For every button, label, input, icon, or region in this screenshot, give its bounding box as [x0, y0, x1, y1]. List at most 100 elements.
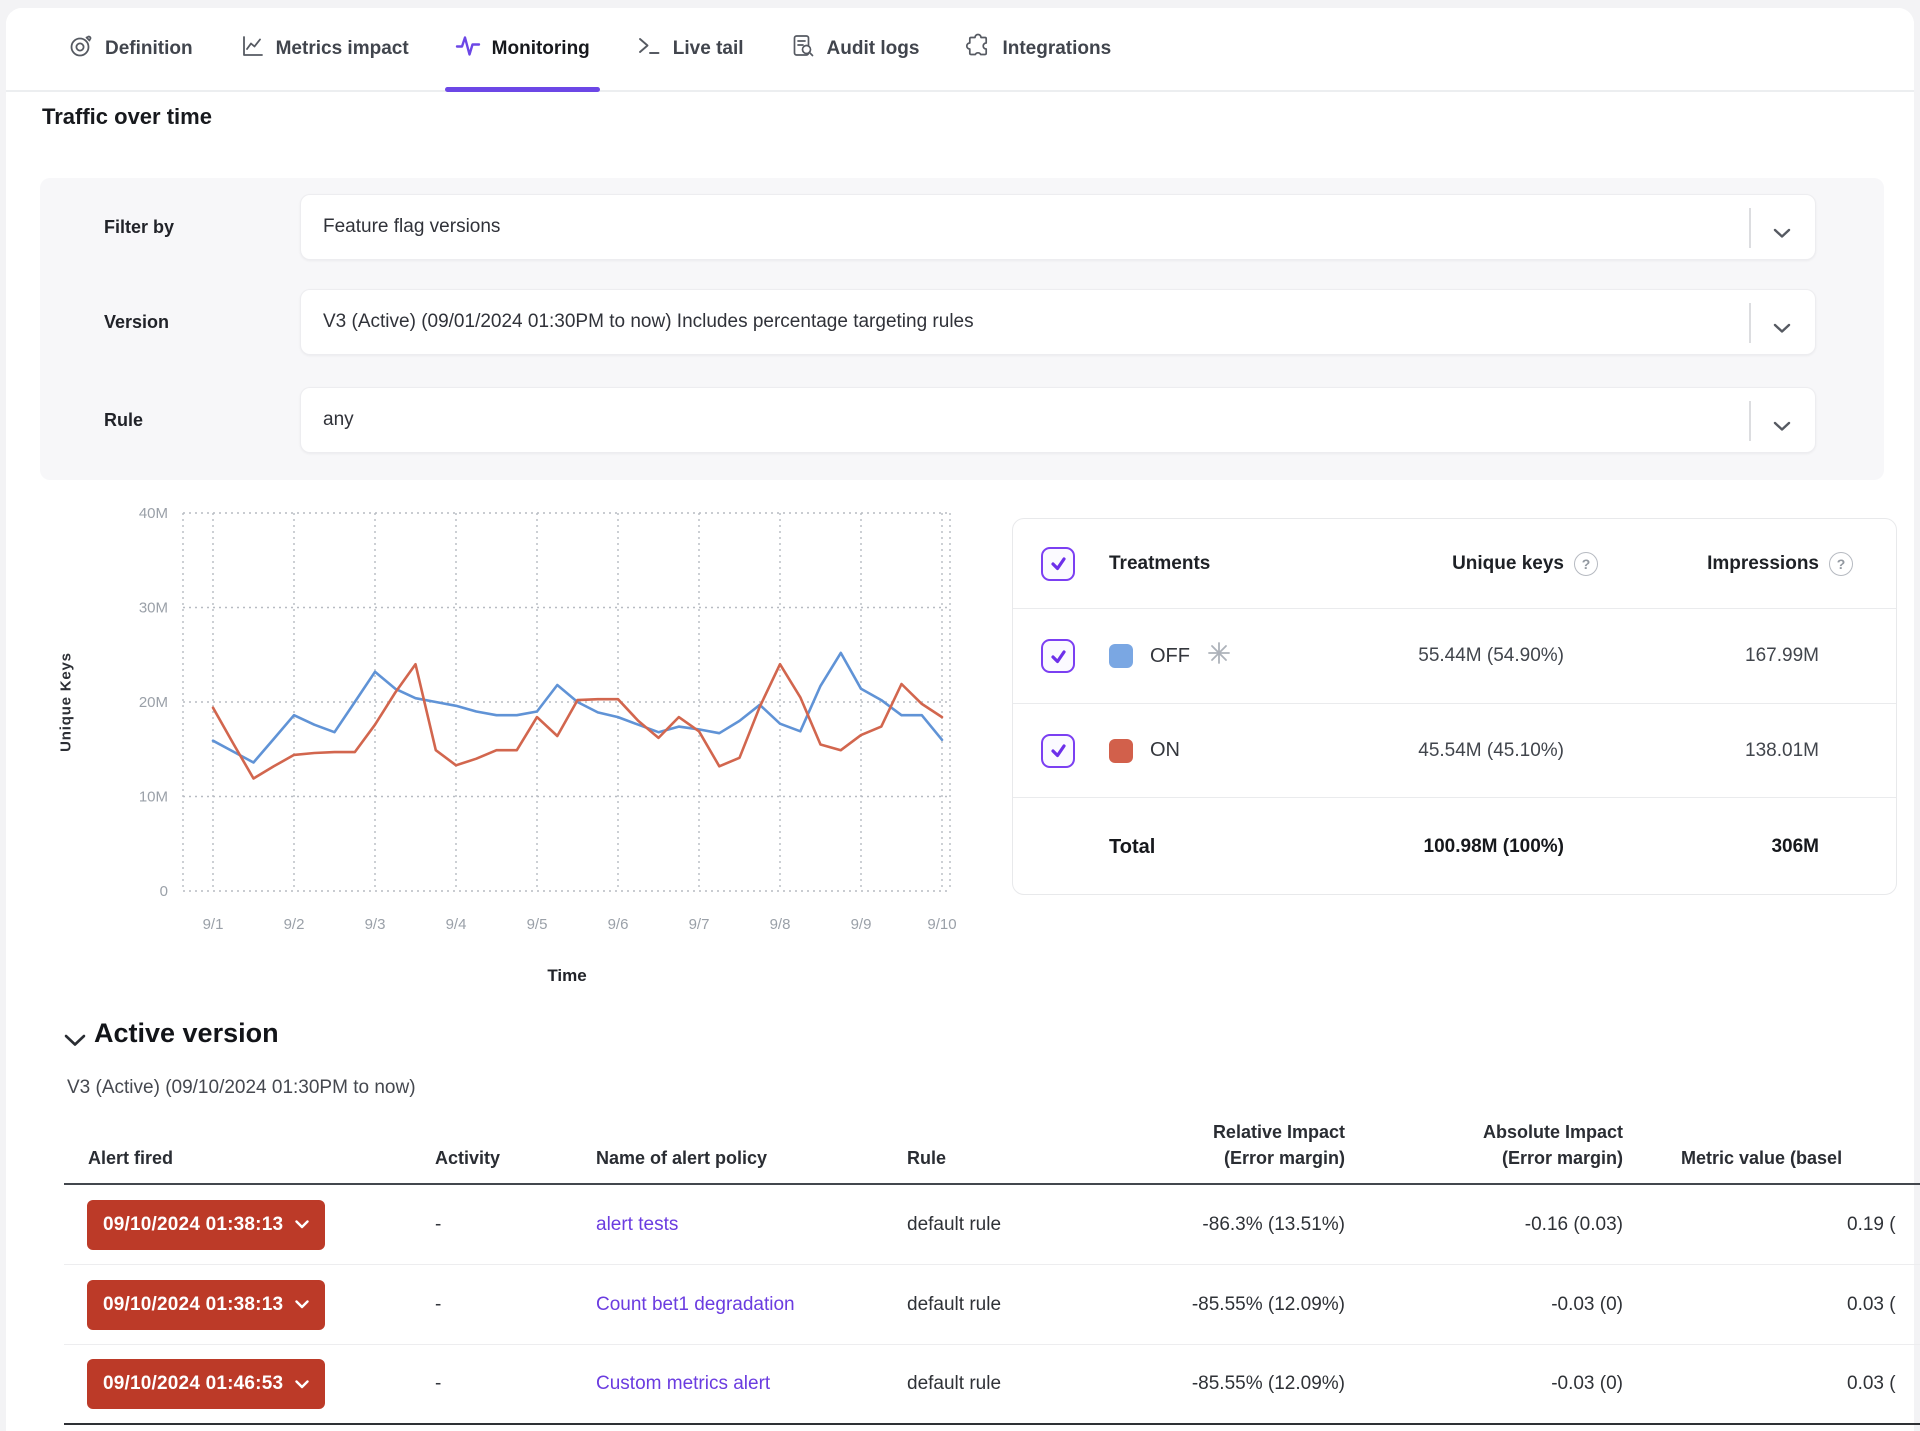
alert-row: 09/10/2024 01:38:13 - alert tests defaul…	[64, 1185, 1920, 1265]
svg-text:30M: 30M	[139, 600, 168, 617]
chevron-down-icon	[1773, 318, 1791, 340]
field-divider	[1749, 303, 1751, 343]
column-header-absolute-impact: Absolute Impact (Error margin)	[1483, 1119, 1623, 1171]
tab-label: Metrics impact	[276, 38, 409, 60]
treatments-card: Treatments Unique keys ? Impressions ? O…	[1012, 518, 1897, 895]
terminal-icon	[636, 33, 662, 65]
tab-label: Audit logs	[827, 38, 920, 60]
chevron-down-icon	[295, 1300, 309, 1309]
alert-policy-link[interactable]: Custom metrics alert	[596, 1373, 770, 1395]
metric-value-cell: 0.03 (	[1847, 1294, 1896, 1316]
alert-row: 09/10/2024 01:38:13 - Count bet1 degrada…	[64, 1265, 1920, 1345]
tab-integrations[interactable]: Integrations	[955, 8, 1121, 90]
filter-row-filter-by: Filter by Feature flag versions	[104, 194, 1816, 260]
off-series-swatch	[1109, 644, 1133, 668]
activity-cell: -	[435, 1373, 441, 1395]
tab-definition[interactable]: Definition	[58, 8, 203, 90]
treatments-total-row: Total 100.98M (100%) 306M	[1013, 798, 1896, 896]
treatments-column-header: Treatments	[1109, 553, 1210, 575]
treatment-name: OFF	[1109, 641, 1231, 671]
chevron-down-icon	[295, 1220, 309, 1229]
metric-value-cell: 0.19 (	[1847, 1214, 1896, 1236]
puzzle-icon	[965, 33, 991, 65]
alert-policy-link[interactable]: alert tests	[596, 1214, 678, 1236]
y-axis-title: Unique Keys	[58, 652, 75, 752]
svg-text:9/2: 9/2	[284, 916, 305, 933]
check-icon	[1049, 554, 1068, 573]
monitoring-pulse-icon	[455, 33, 481, 65]
alert-fired-badge[interactable]: 09/10/2024 01:46:53	[87, 1359, 325, 1409]
impressions-column-header: Impressions ?	[1707, 552, 1853, 576]
active-tab-underline	[445, 87, 600, 92]
tab-monitoring[interactable]: Monitoring	[445, 8, 600, 90]
metric-value-cell: 0.03 (	[1847, 1373, 1896, 1395]
absolute-impact-cell: -0.16 (0.03)	[1525, 1214, 1623, 1236]
svg-text:0: 0	[160, 883, 168, 900]
alert-fired-badge[interactable]: 09/10/2024 01:38:13	[87, 1200, 325, 1250]
tab-audit-logs[interactable]: Audit logs	[780, 8, 930, 90]
treatments-header-row: Treatments Unique keys ? Impressions ?	[1013, 519, 1896, 609]
rule-cell: default rule	[907, 1373, 1001, 1395]
x-axis-title: Time	[547, 966, 586, 986]
tab-metrics-impact[interactable]: Metrics impact	[229, 8, 419, 90]
column-header-policy: Name of alert policy	[596, 1145, 767, 1171]
treatment-row-off: OFF 55.44M (54.90%) 167.99M	[1013, 609, 1896, 704]
chevron-down-icon	[295, 1380, 309, 1389]
help-icon[interactable]: ?	[1574, 552, 1598, 576]
off-unique-keys: 55.44M (54.90%)	[1418, 645, 1564, 667]
field-divider	[1749, 401, 1751, 441]
filter-label: Filter by	[104, 217, 300, 238]
on-impressions: 138.01M	[1745, 740, 1819, 762]
filter-by-value: Feature flag versions	[323, 216, 500, 238]
help-icon[interactable]: ?	[1829, 552, 1853, 576]
filter-label: Version	[104, 312, 300, 333]
off-checkbox[interactable]	[1041, 639, 1075, 673]
alert-fired-badge[interactable]: 09/10/2024 01:38:13	[87, 1280, 325, 1330]
svg-text:10M: 10M	[139, 789, 168, 806]
on-series-swatch	[1109, 739, 1133, 763]
on-checkbox[interactable]	[1041, 734, 1075, 768]
column-header-metric-value: Metric value (basel	[1681, 1145, 1842, 1171]
column-header-alert-fired: Alert fired	[88, 1145, 173, 1171]
alert-policy-link[interactable]: Count bet1 degradation	[596, 1294, 795, 1316]
activity-cell: -	[435, 1214, 441, 1236]
page-title: Traffic over time	[42, 104, 212, 130]
rule-select[interactable]: any	[300, 387, 1816, 453]
tab-label: Live tail	[673, 38, 744, 60]
tab-live-tail[interactable]: Live tail	[626, 8, 754, 90]
column-header-rule: Rule	[907, 1145, 946, 1171]
svg-text:9/7: 9/7	[689, 916, 710, 933]
filter-by-select[interactable]: Feature flag versions	[300, 194, 1816, 260]
svg-text:20M: 20M	[139, 694, 168, 711]
default-treatment-asterisk-icon	[1207, 641, 1231, 671]
svg-text:9/9: 9/9	[851, 916, 872, 933]
chevron-down-icon	[1773, 223, 1791, 245]
relative-impact-cell: -85.55% (12.09%)	[1192, 1373, 1345, 1395]
filter-label: Rule	[104, 410, 300, 431]
tab-label: Integrations	[1002, 38, 1111, 60]
check-icon	[1049, 741, 1068, 760]
total-impressions: 306M	[1771, 836, 1819, 858]
relative-impact-cell: -85.55% (12.09%)	[1192, 1294, 1345, 1316]
filter-row-rule: Rule any	[104, 387, 1816, 453]
monitoring-page: Definition Metrics impact Monitoring	[0, 0, 1920, 1431]
svg-text:9/3: 9/3	[365, 916, 386, 933]
metrics-impact-icon	[239, 33, 265, 65]
alerts-table-header: Alert fired Activity Name of alert polic…	[64, 1100, 1920, 1185]
treatment-row-on: ON 45.54M (45.10%) 138.01M	[1013, 704, 1896, 798]
column-header-relative-impact: Relative Impact (Error margin)	[1213, 1119, 1345, 1171]
active-version-subtitle: V3 (Active) (09/10/2024 01:30PM to now)	[67, 1077, 416, 1099]
check-icon	[1049, 647, 1068, 666]
collapse-chevron-icon[interactable]	[64, 1034, 86, 1052]
version-select[interactable]: V3 (Active) (09/01/2024 01:30PM to now) …	[300, 289, 1816, 355]
audit-logs-icon	[790, 33, 816, 65]
absolute-impact-cell: -0.03 (0)	[1551, 1373, 1623, 1395]
rule-value: any	[323, 409, 354, 431]
absolute-impact-cell: -0.03 (0)	[1551, 1294, 1623, 1316]
svg-text:9/4: 9/4	[446, 916, 467, 933]
chevron-down-icon	[1773, 416, 1791, 438]
traffic-chart: 010M20M30M40M9/19/29/39/49/59/69/79/89/9…	[40, 495, 1000, 995]
tab-label: Monitoring	[492, 38, 590, 60]
relative-impact-cell: -86.3% (13.51%)	[1202, 1214, 1345, 1236]
select-all-checkbox[interactable]	[1041, 547, 1075, 581]
